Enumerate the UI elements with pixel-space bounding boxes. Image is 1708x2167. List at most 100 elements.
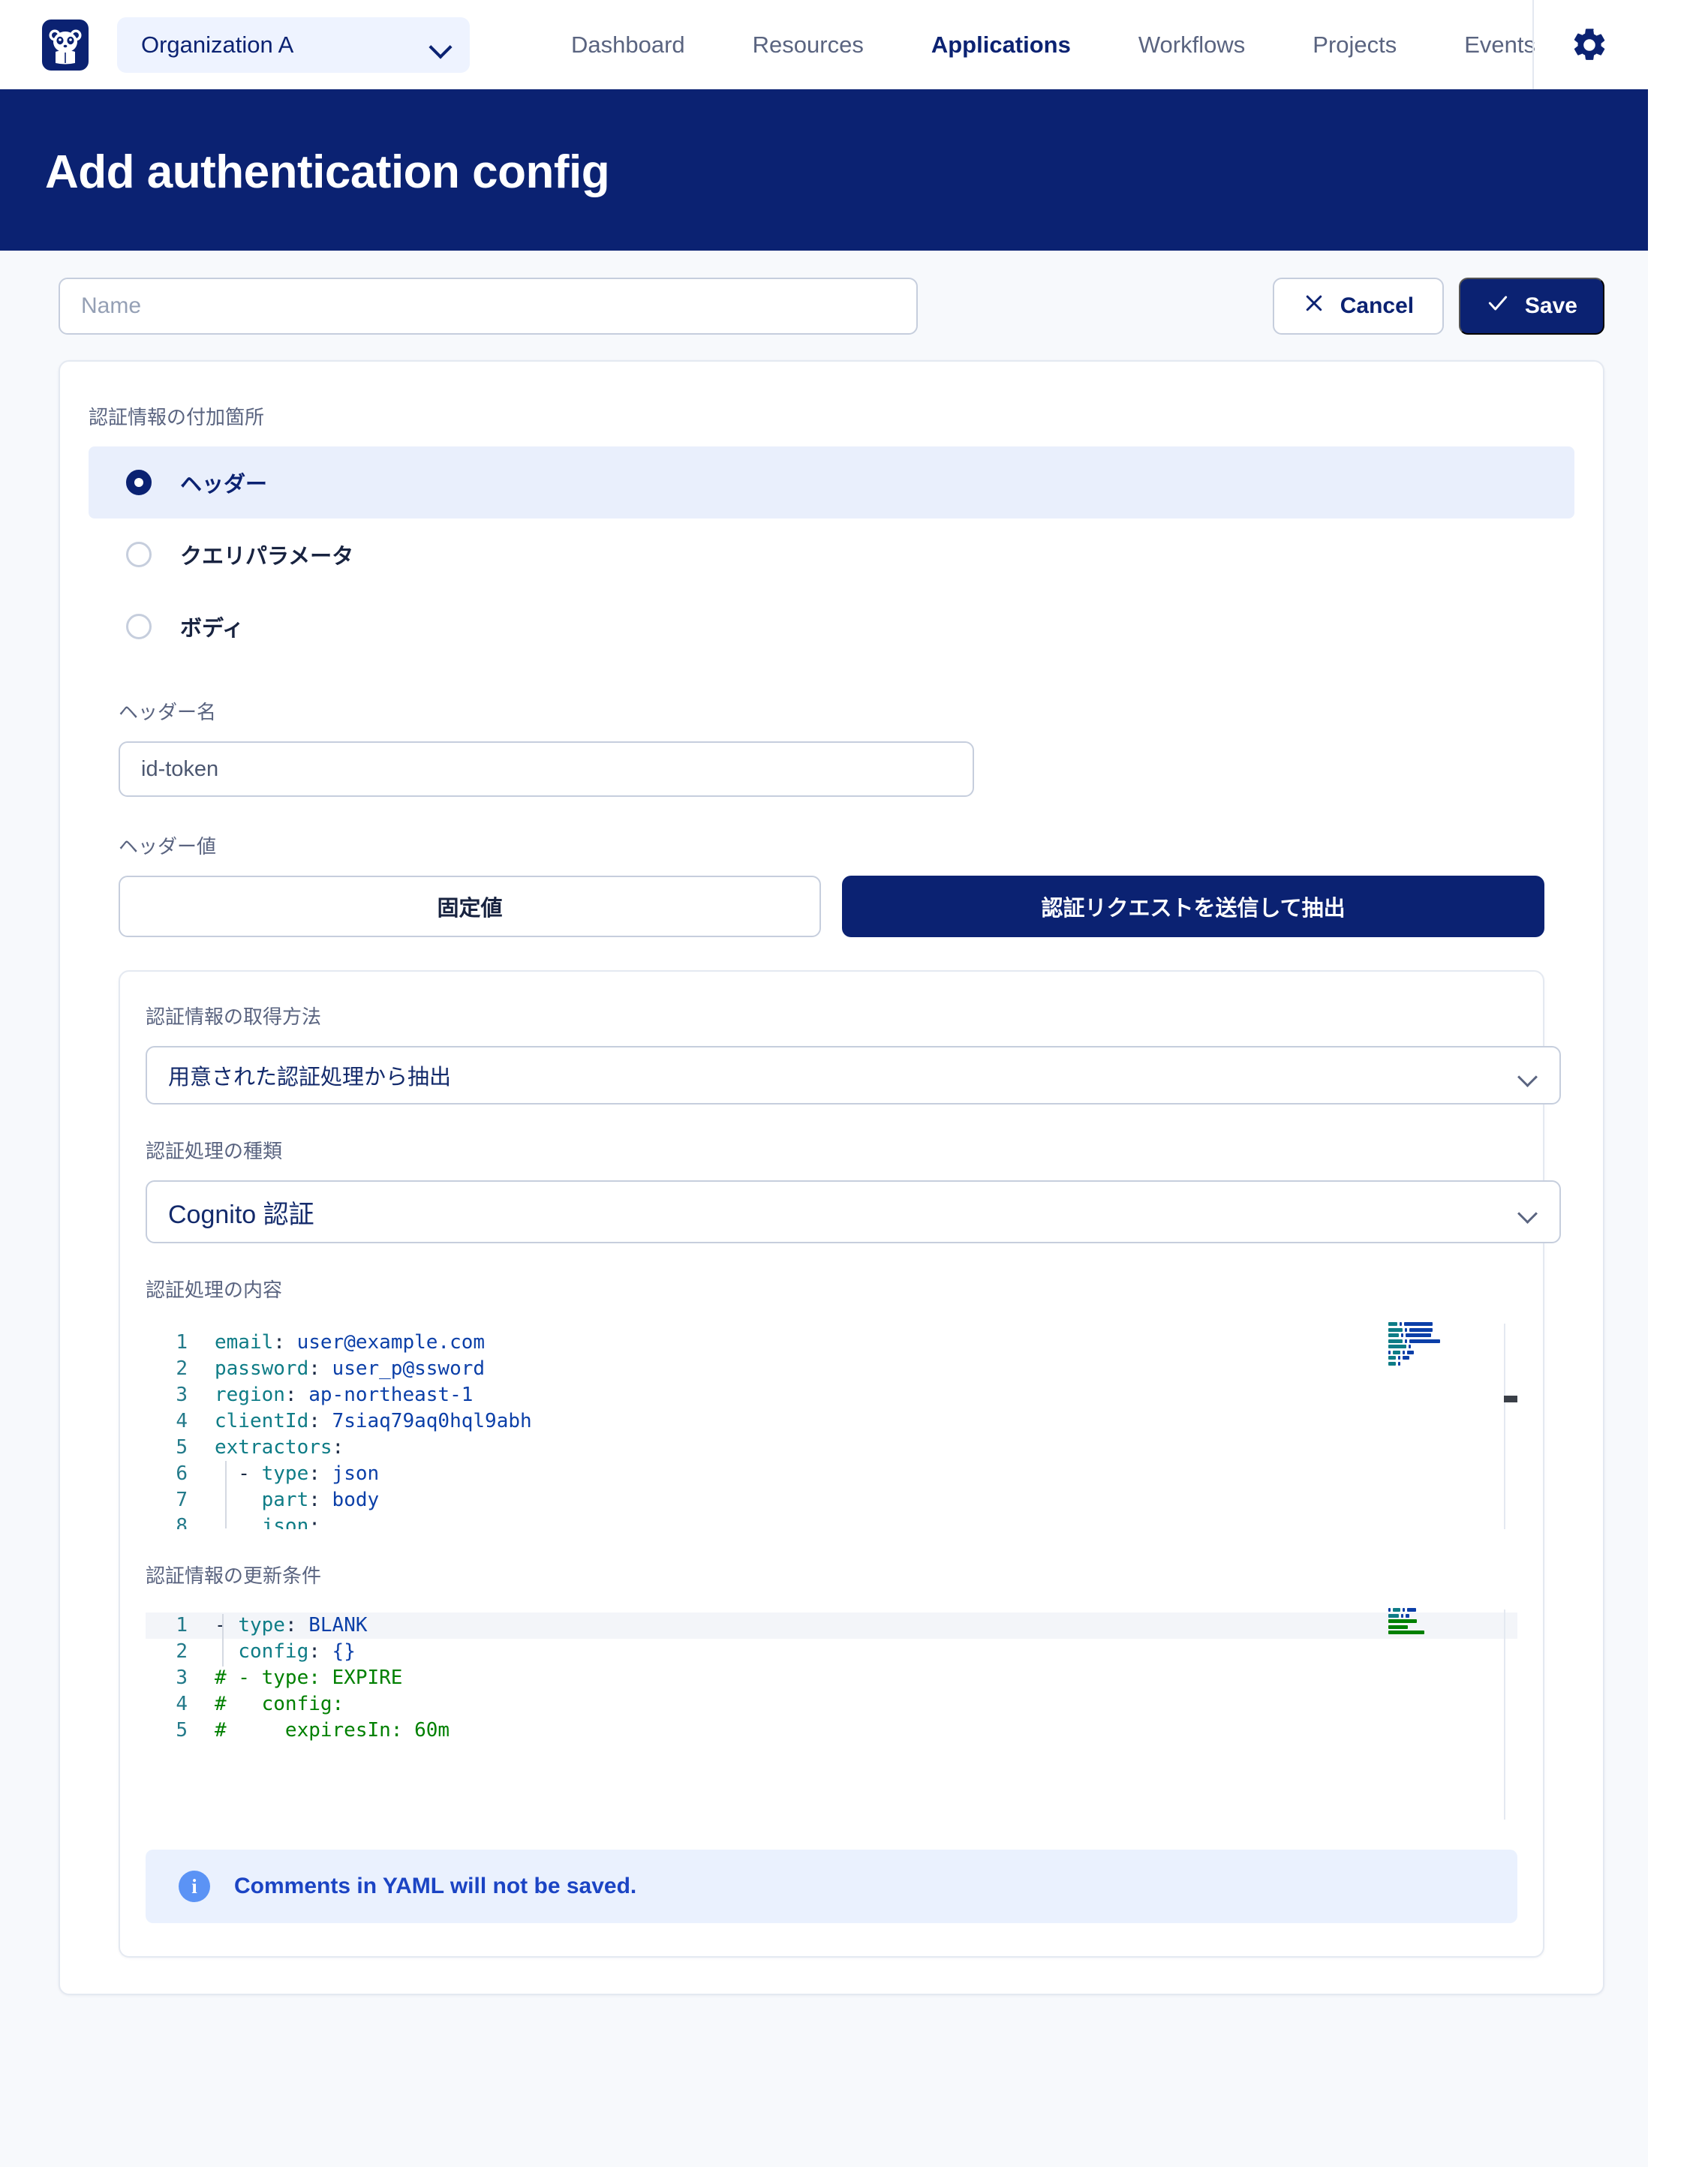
radio-label-header: ヘッダー [180,473,268,497]
line-number: 1 [176,1614,188,1637]
line-number: 2 [176,1640,188,1663]
code-text: clientId: 7siaq79aq0hql9abh [215,1410,532,1432]
retrieval-method-select[interactable]: 用意された認証処理から抽出 [146,1046,1561,1105]
code-text: # config: [215,1693,344,1715]
yaml-comments-banner: i Comments in YAML will not be saved. [146,1850,1517,1923]
code-line: 6 - type: json [146,1461,1517,1487]
radio-option-header[interactable]: ヘッダー [89,446,1574,518]
auth-process-type-label: 認証処理の種類 [146,1140,283,1162]
organization-label: Organization A [141,31,294,58]
radio-icon-selected [126,470,152,495]
top-navbar: Organization A Dashboard Resources Appli… [0,0,1648,94]
code-text: # expiresIn: 60m [215,1719,450,1742]
radio-icon-unselected [126,542,152,567]
auth-process-type-select[interactable]: Cognito 認証 [146,1180,1561,1243]
code-line: 1 email: user@example.com [146,1330,1517,1356]
nav-link-workflows[interactable]: Workflows [1105,32,1279,59]
nav-link-resources[interactable]: Resources [719,32,898,59]
indent-guide [225,1461,227,1528]
auth-process-yaml-editor[interactable]: 1 email: user@example.com 2 password: user_… [146,1319,1517,1529]
radio-option-body[interactable]: ボディ [89,591,1574,663]
line-number: 1 [176,1331,188,1354]
header-name-label: ヘッダー名 [119,701,217,723]
code-text: part: body [261,1489,380,1511]
organization-selector[interactable]: Organization A [117,17,470,73]
header-value-label: ヘッダー値 [119,835,217,858]
radio-label-query-param: クエリパラメータ [180,545,354,569]
line-number: 3 [176,1667,188,1689]
line-number: 5 [176,1719,188,1742]
name-input[interactable] [59,278,918,335]
cancel-button[interactable]: Cancel [1272,278,1444,335]
auth-yaml-scroll-thumb[interactable] [1504,1396,1517,1402]
nav-link-applications[interactable]: Applications [898,32,1105,59]
code-line: 5 # expiresIn: 60m [146,1718,1517,1744]
app-shell: Organization A Dashboard Resources Appli… [0,0,1648,2167]
nav-link-projects[interactable]: Projects [1279,32,1430,59]
auth-yaml-scrollbar[interactable] [1504,1324,1517,1529]
code-text: password: user_p@ssword [215,1357,486,1380]
code-text: # - type: EXPIRE [215,1667,403,1689]
auth-yaml-code[interactable]: 1 email: user@example.com 2 password: user_… [146,1319,1517,1529]
panda-logo-icon[interactable] [42,19,89,71]
refresh-yaml-code[interactable]: 1- type: BLANK 2 config: {} 3 # - type: EXP… [146,1605,1517,1744]
screen-root: Organization A Dashboard Resources Appli… [0,0,1708,2167]
page-title: Add authentication config [45,146,610,198]
line-number: 6 [176,1462,188,1485]
retrieval-method-value: 用意された認証処理から抽出 [168,1065,452,1090]
auth-process-type-value: Cognito 認証 [168,1200,314,1229]
retrieval-method-label: 認証情報の取得方法 [146,1005,322,1028]
code-line: 4 clientId: 7siaq79aq0hql9abh [146,1408,1517,1435]
code-line: 8 json: [146,1513,1517,1529]
auth-request-panel: 認証情報の取得方法 用意された認証処理から抽出 認証処理の種類 Cognito … [119,970,1561,1958]
code-text: - type: BLANK [215,1614,368,1637]
chevron-down-icon [1519,1207,1538,1218]
line-number: 7 [176,1489,188,1511]
close-icon [1303,292,1325,320]
cancel-button-label: Cancel [1340,293,1415,318]
code-line: 4 # config: [146,1691,1517,1718]
gear-icon[interactable] [1570,26,1609,65]
action-row: Cancel Save [0,251,1648,335]
line-number: 5 [176,1436,188,1459]
indent-guide [222,1614,224,1667]
nav-link-dashboard[interactable]: Dashboard [537,32,719,59]
auth-process-content-label: 認証処理の内容 [146,1279,283,1301]
save-button[interactable]: Save [1458,278,1604,335]
refresh-yaml-scrollbar[interactable] [1504,1609,1517,1820]
mode-fixed-value-button[interactable]: 固定値 [119,876,822,937]
mode-send-auth-request-button[interactable]: 認証リクエストを送信して抽出 [842,876,1544,937]
chevron-down-icon [431,39,450,50]
code-line: 2 config: {} [146,1639,1517,1665]
code-text: config: {} [238,1640,356,1663]
page-header: Add authentication config [0,94,1648,251]
code-line: 5 extractors: [146,1435,1517,1461]
check-icon [1486,291,1510,321]
line-number: 2 [176,1357,188,1380]
nav-links: Dashboard Resources Applications Workflo… [537,32,1569,59]
refresh-condition-yaml-editor[interactable]: 1- type: BLANK 2 config: {} 3 # - type: EXP… [146,1605,1517,1820]
line-number: 4 [176,1693,188,1715]
code-text: extractors: [215,1436,344,1459]
save-button-label: Save [1524,293,1577,318]
radio-label-body: ボディ [180,617,244,641]
attach-location-radio-group: ヘッダー クエリパラメータ ボディ [89,446,1574,663]
code-text: region: ap-northeast-1 [215,1384,474,1406]
info-icon: i [179,1871,210,1902]
line-number: 3 [176,1384,188,1406]
auth-config-card: 認証情報の付加箇所 ヘッダー クエリパラメータ ボディ ヘッダー名 id-tok… [59,360,1604,1995]
attach-location-label: 認証情報の付加箇所 [89,406,265,428]
banner-message: Comments in YAML will not be saved. [234,1874,637,1898]
header-value-mode-toggle: 固定値 認証リクエストを送信して抽出 [119,876,1544,937]
header-name-input[interactable] [119,741,974,797]
code-text: - type: json [215,1462,380,1485]
code-line: 3 region: ap-northeast-1 [146,1382,1517,1408]
radio-option-query-param[interactable]: クエリパラメータ [89,518,1574,591]
code-line: 7 part: body [146,1487,1517,1513]
refresh-condition-label: 認証情報の更新条件 [146,1564,322,1587]
code-line: 3 # - type: EXPIRE [146,1665,1517,1691]
